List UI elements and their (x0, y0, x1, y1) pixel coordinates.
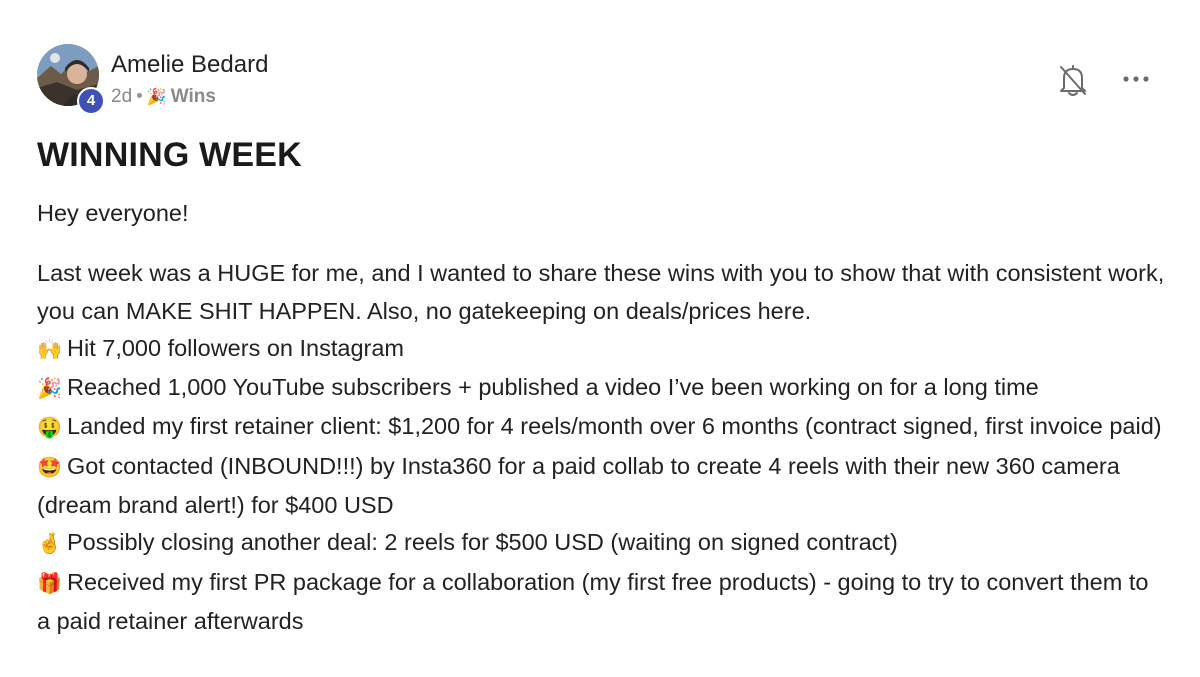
win-item: 🤞 Possibly closing another deal: 2 reels … (37, 524, 1167, 563)
post-title: WINNING WEEK (37, 136, 302, 174)
post-greeting: Hey everyone! (37, 200, 189, 226)
win-text: Reached 1,000 YouTube subscribers + publ… (67, 374, 1039, 401)
post-intro: Last week was a HUGE for me, and I wante… (37, 260, 1165, 324)
bell-off-icon[interactable] (1057, 62, 1089, 98)
level-badge: 4 (77, 87, 105, 115)
win-text: Got contacted (INBOUND!!!) by Insta360 f… (37, 452, 1120, 519)
win-item: 🎉 Reached 1,000 YouTube subscribers + pub… (37, 369, 1167, 408)
party-popper-icon: 🎉 (37, 378, 62, 401)
post-card: 4 Amelie Bedard 2d • 🎉 Wins WINNING WEEK He… (0, 0, 1200, 677)
raised-hands-icon: 🙌 (37, 338, 62, 361)
win-item: 🤩 Got contacted (INBOUND!!!) by Insta360 … (37, 448, 1167, 525)
win-text: Hit 7,000 followers on Instagram (67, 334, 404, 361)
crossed-fingers-icon: 🤞 (37, 533, 62, 556)
author-name[interactable]: Amelie Bedard (111, 50, 268, 80)
category-emoji: 🎉 (146, 89, 167, 106)
gift-icon: 🎁 (37, 572, 62, 595)
money-mouth-face-icon: 🤑 (37, 417, 62, 440)
post-header: 4 Amelie Bedard 2d • 🎉 Wins (37, 44, 1163, 115)
post-body: Hey everyone! Last week was a HUGE for m… (37, 195, 1167, 640)
win-text: Possibly closing another deal: 2 reels f… (67, 529, 898, 556)
meta-separator: • (136, 86, 143, 107)
avatar[interactable]: 4 (37, 44, 105, 115)
win-text: Received my first PR package for a colla… (37, 568, 1149, 634)
more-options-icon[interactable] (1121, 64, 1151, 94)
star-struck-face-icon: 🤩 (37, 456, 62, 479)
post-meta: 2d • 🎉 Wins (111, 84, 216, 111)
win-item: 🙌 Hit 7,000 followers on Instagram (37, 330, 1167, 369)
win-item: 🤑 Landed my first retainer client: $1,200… (37, 408, 1167, 447)
post-time: 2d (111, 86, 133, 107)
win-item: 🎁 Received my first PR package for a coll… (37, 564, 1167, 641)
category-link[interactable]: Wins (171, 86, 216, 107)
win-text: Landed my first retainer client: $1,200 … (67, 413, 1162, 440)
